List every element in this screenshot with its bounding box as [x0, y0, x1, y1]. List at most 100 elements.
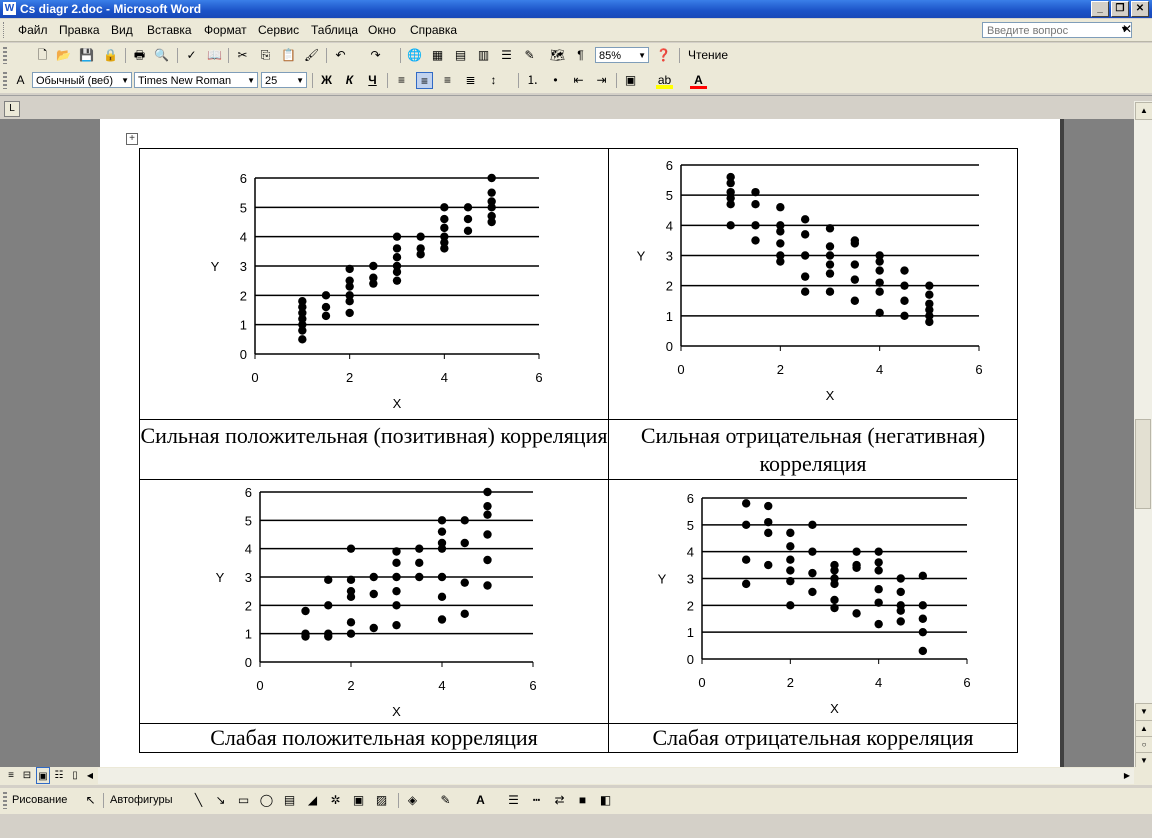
autoshapes-button[interactable]: Автофигуры — [110, 792, 186, 809]
insert-table-icon[interactable]: ▤ — [452, 47, 469, 64]
show-formatting-icon[interactable]: ¶ — [572, 47, 589, 64]
reading-view-icon[interactable]: ▯ — [68, 767, 82, 784]
research-icon[interactable]: 📖 — [206, 47, 223, 64]
menu-help[interactable]: Справка — [410, 23, 457, 37]
italic-button[interactable]: К — [341, 72, 358, 89]
font-color-draw-icon[interactable]: A — [472, 792, 489, 809]
hyperlink-icon[interactable]: 🌐 — [406, 47, 423, 64]
cut-icon[interactable]: ✂ — [234, 47, 251, 64]
format-painter-icon[interactable]: 🖌 — [303, 47, 320, 64]
line-style-icon[interactable]: ☰ — [505, 792, 522, 809]
scroll-left-icon[interactable]: ◀ — [84, 767, 96, 784]
clipart-icon[interactable]: ▣ — [350, 792, 367, 809]
columns-icon[interactable]: ☰ — [498, 47, 515, 64]
scroll-down-icon[interactable]: ▼ — [1135, 703, 1152, 721]
print-preview-icon[interactable]: 🔍 — [153, 47, 170, 64]
menu-window[interactable]: Окно — [368, 23, 396, 37]
picture-icon[interactable]: ▨ — [373, 792, 390, 809]
table-cell[interactable]: Сильная положительная (позитивная) корре… — [139, 419, 609, 480]
document-map-icon[interactable]: 🗺 — [549, 47, 566, 64]
menu-format[interactable]: Формат — [204, 23, 247, 37]
menu-view[interactable]: Вид — [111, 23, 133, 37]
arrow-icon[interactable]: ↘ — [212, 792, 229, 809]
align-right-icon[interactable]: ≡ — [439, 72, 456, 89]
fill-color-icon[interactable]: ◈ — [404, 792, 421, 809]
new-document-icon[interactable]: 🗋 — [34, 47, 51, 64]
menu-tools[interactable]: Сервис — [258, 23, 299, 37]
diagram-icon[interactable]: ✲ — [327, 792, 344, 809]
ask-question-input[interactable]: Введите вопрос — [982, 22, 1132, 38]
close-button[interactable]: ✕ — [1131, 1, 1149, 17]
style-select[interactable]: Обычный (веб) ▼ — [32, 72, 132, 88]
horizontal-scrollbar[interactable] — [98, 768, 1134, 784]
tab-selector[interactable]: L — [4, 101, 20, 117]
insert-excel-icon[interactable]: ▥ — [475, 47, 492, 64]
bullets-icon[interactable]: • — [547, 72, 564, 89]
toolbar-grip[interactable] — [3, 72, 7, 89]
help-icon[interactable]: ❓ — [655, 47, 672, 64]
restore-button[interactable]: ❐ — [1111, 1, 1129, 17]
undo-icon[interactable]: ↶ — [332, 47, 349, 64]
table-cell[interactable]: 0 1 2 3 4 5 6 0 2 4 6 X Y — [608, 479, 1018, 724]
shadow-icon[interactable]: ■ — [574, 792, 591, 809]
print-view-icon[interactable]: ▣ — [36, 767, 50, 784]
web-view-icon[interactable]: ⊟ — [20, 767, 34, 784]
decrease-indent-icon[interactable]: ⇤ — [570, 72, 587, 89]
arrow-style-icon[interactable]: ⇄ — [551, 792, 568, 809]
table-cell[interactable]: 0 1 2 3 4 5 6 0 2 4 6 X Y — [139, 148, 609, 420]
print-icon[interactable]: 🖶 — [131, 47, 148, 64]
table-cell[interactable]: 0 1 2 3 4 5 6 0 2 4 6 X Y — [608, 148, 1018, 420]
scroll-thumb[interactable] — [1135, 419, 1151, 509]
align-center-icon[interactable]: ≡ — [416, 72, 433, 89]
next-page-icon[interactable]: ▼ — [1135, 752, 1152, 768]
vertical-scrollbar[interactable]: ▲ ▼ ▲ ○ ▼ — [1134, 101, 1152, 768]
toolbar-grip[interactable] — [3, 792, 7, 809]
select-objects-icon[interactable]: ↖ — [82, 792, 99, 809]
menu-file[interactable]: Файл — [18, 23, 48, 37]
align-left-icon[interactable]: ≡ — [393, 72, 410, 89]
justify-icon[interactable]: ≣ — [462, 72, 479, 89]
line-icon[interactable]: ╲ — [190, 792, 207, 809]
font-size-select[interactable]: 25 ▼ — [261, 72, 307, 88]
underline-button[interactable]: Ч — [364, 72, 381, 89]
font-select[interactable]: Times New Roman ▼ — [134, 72, 258, 88]
table-move-handle-icon[interactable]: + — [126, 133, 138, 145]
wordart-icon[interactable]: ◢ — [304, 792, 321, 809]
dash-style-icon[interactable]: ┅ — [528, 792, 545, 809]
textbox-icon[interactable]: ▤ — [281, 792, 298, 809]
paste-icon[interactable]: 📋 — [280, 47, 297, 64]
3d-icon[interactable]: ◧ — [597, 792, 614, 809]
permission-icon[interactable]: 🔒 — [102, 47, 119, 64]
table-cell[interactable]: 0 1 2 3 4 5 6 0 2 4 6 X Y — [139, 479, 609, 724]
zoom-select[interactable]: 85% ▼ — [595, 47, 649, 63]
font-color-icon[interactable]: A — [690, 72, 707, 89]
menu-grip[interactable] — [3, 22, 7, 38]
redo-icon[interactable]: ↷ — [367, 47, 384, 64]
normal-view-icon[interactable]: ≡ — [4, 767, 18, 784]
menu-insert[interactable]: Вставка — [147, 23, 192, 37]
toolbar-grip[interactable] — [3, 47, 7, 64]
bold-button[interactable]: Ж — [318, 72, 335, 89]
reading-mode-button[interactable]: Чтение — [688, 47, 728, 64]
table-cell[interactable]: Слабая отрицательная корреляция — [608, 723, 1018, 753]
drawing-toggle-icon[interactable]: ✎ — [521, 47, 538, 64]
line-spacing-icon[interactable]: ↕ — [485, 72, 502, 89]
close-document-icon[interactable]: ✕ — [1122, 22, 1132, 36]
menu-edit[interactable]: Правка — [59, 23, 100, 37]
numbering-icon[interactable]: ⒈ — [524, 72, 541, 89]
increase-indent-icon[interactable]: ⇥ — [593, 72, 610, 89]
border-icon[interactable]: ▣ — [622, 72, 639, 89]
tables-borders-icon[interactable]: ▦ — [429, 47, 446, 64]
open-icon[interactable]: 📂 — [55, 47, 72, 64]
save-icon[interactable]: 💾 — [78, 47, 95, 64]
scroll-up-icon[interactable]: ▲ — [1135, 102, 1152, 120]
table-cell[interactable]: Сильная отрицательная (негативная) корре… — [608, 419, 1018, 480]
outline-view-icon[interactable]: ☷ — [52, 767, 66, 784]
highlight-icon[interactable]: ab — [656, 72, 673, 89]
drawing-menu-button[interactable]: Рисование — [12, 792, 76, 809]
table-cell[interactable]: Слабая положительная корреляция — [139, 723, 609, 753]
line-color-icon[interactable]: ✎ — [437, 792, 454, 809]
rectangle-icon[interactable]: ▭ — [235, 792, 252, 809]
spelling-icon[interactable]: ✓ — [183, 47, 200, 64]
styles-icon[interactable]: A — [12, 72, 29, 89]
